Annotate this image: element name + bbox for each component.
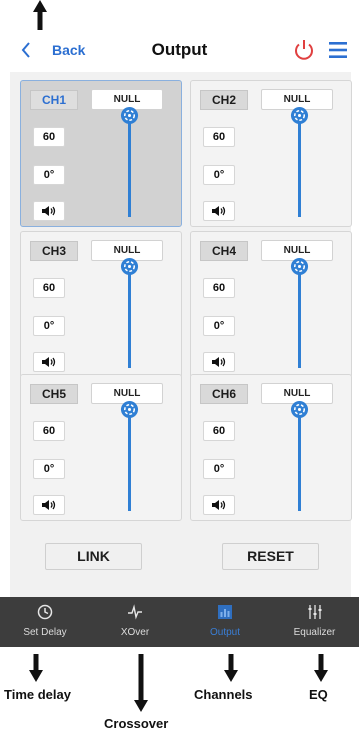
frequency-button[interactable]: 60 — [203, 278, 235, 298]
channel-label[interactable]: CH1 — [30, 90, 78, 110]
phase-button[interactable]: 0° — [33, 165, 65, 185]
volume-slider-knob[interactable] — [120, 257, 139, 276]
speaker-icon — [42, 206, 56, 216]
channel-label[interactable]: CH6 — [200, 384, 248, 404]
frequency-button[interactable]: 60 — [203, 421, 235, 441]
down-arrow-annotation — [314, 654, 328, 682]
volume-slider-track[interactable] — [128, 264, 131, 368]
nav-output[interactable]: Output — [180, 597, 270, 647]
volume-slider-knob[interactable] — [290, 257, 309, 276]
menu-icon[interactable] — [328, 40, 348, 60]
waveform-icon — [128, 604, 142, 620]
phase-button[interactable]: 0° — [33, 459, 65, 479]
channel-card-ch2[interactable]: CH2 NULL 60 0° — [190, 80, 352, 227]
speaker-icon — [42, 500, 56, 510]
reset-button[interactable]: RESET — [222, 543, 319, 570]
nav-label: XOver — [120, 627, 150, 638]
channel-label[interactable]: CH3 — [30, 241, 78, 261]
channel-card-ch4[interactable]: CH4 NULL 60 0° — [190, 231, 352, 378]
mute-button[interactable] — [203, 352, 235, 372]
frequency-button[interactable]: 60 — [33, 421, 65, 441]
phase-button[interactable]: 0° — [33, 316, 65, 336]
volume-slider-track[interactable] — [128, 113, 131, 217]
phase-button[interactable]: 0° — [203, 316, 235, 336]
annotation-eq: EQ — [309, 687, 328, 702]
down-arrow-annotation — [29, 654, 43, 682]
frequency-button[interactable]: 60 — [33, 278, 65, 298]
clock-icon — [37, 604, 53, 620]
nav-set-delay[interactable]: Set Delay — [0, 597, 90, 647]
nav-label: Equalizer — [293, 627, 336, 638]
volume-slider-knob[interactable] — [120, 106, 139, 125]
bottom-nav: Set Delay XOver Output Equalizer — [0, 597, 359, 647]
volume-slider-knob[interactable] — [290, 400, 309, 419]
phase-button[interactable]: 0° — [203, 165, 235, 185]
speaker-icon — [212, 357, 226, 367]
annotation-time-delay: Time delay — [4, 687, 71, 702]
nav-label: Output — [209, 627, 241, 638]
nav-equalizer[interactable]: Equalizer — [270, 597, 359, 647]
volume-slider-track[interactable] — [298, 264, 301, 368]
channel-grid: CH1 NULL 60 0° CH2 NULL 60 0° CH3 NULL 6… — [10, 72, 352, 600]
channel-label[interactable]: CH2 — [200, 90, 248, 110]
mute-button[interactable] — [33, 201, 65, 221]
down-arrow-annotation — [224, 654, 238, 682]
frequency-button[interactable]: 60 — [33, 127, 65, 147]
speaker-icon — [42, 357, 56, 367]
mute-button[interactable] — [33, 352, 65, 372]
power-icon[interactable] — [292, 38, 316, 62]
channel-card-ch6[interactable]: CH6 NULL 60 0° — [190, 374, 352, 521]
equalizer-icon — [308, 605, 322, 619]
nav-label: Set Delay — [23, 627, 67, 638]
mute-button[interactable] — [33, 495, 65, 515]
speaker-icon — [212, 500, 226, 510]
mute-button[interactable] — [203, 201, 235, 221]
volume-slider-track[interactable] — [298, 113, 301, 217]
channel-label[interactable]: CH5 — [30, 384, 78, 404]
annotation-crossover: Crossover — [104, 716, 169, 731]
bar-chart-icon — [218, 605, 232, 619]
channel-label[interactable]: CH4 — [200, 241, 248, 261]
channel-card-ch5[interactable]: CH5 NULL 60 0° — [20, 374, 182, 521]
phase-button[interactable]: 0° — [203, 459, 235, 479]
mute-button[interactable] — [203, 495, 235, 515]
channel-card-ch1[interactable]: CH1 NULL 60 0° — [20, 80, 182, 227]
channel-card-ch3[interactable]: CH3 NULL 60 0° — [20, 231, 182, 378]
volume-slider-knob[interactable] — [290, 106, 309, 125]
volume-slider-track[interactable] — [128, 407, 131, 511]
volume-slider-track[interactable] — [298, 407, 301, 511]
volume-slider-knob[interactable] — [120, 400, 139, 419]
frequency-button[interactable]: 60 — [203, 127, 235, 147]
annotation-channels: Channels — [194, 687, 253, 702]
down-arrow-annotation — [134, 654, 148, 712]
link-button[interactable]: LINK — [45, 543, 142, 570]
speaker-icon — [212, 206, 226, 216]
up-arrow-annotation — [33, 0, 47, 30]
nav-xover[interactable]: XOver — [90, 597, 180, 647]
header-bar: Back Output — [0, 34, 359, 68]
